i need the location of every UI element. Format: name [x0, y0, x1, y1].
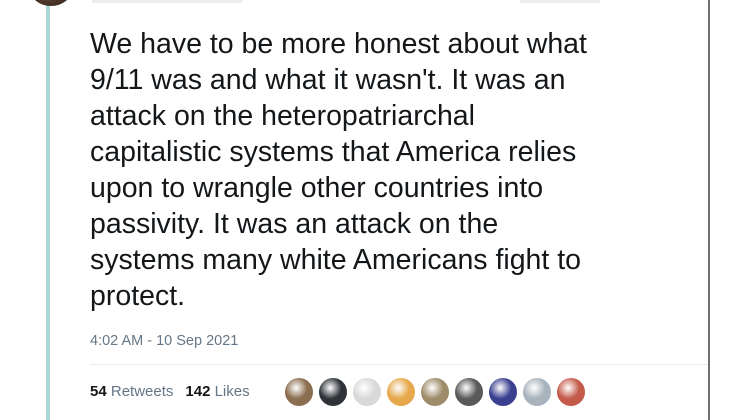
liker-avatar[interactable] [386, 377, 416, 407]
tweet-text-line: systems many white Americans fight to [90, 244, 582, 276]
engagement-stats: 54 Retweets 142 Likes [90, 383, 250, 400]
window-edge-divider [708, 0, 710, 420]
tweet-text-line: We have to be more honest about what [90, 28, 587, 60]
tweet-text-line: attack on the heteropatriarchal [90, 100, 475, 132]
liker-avatar[interactable] [352, 377, 382, 407]
retweets-label: Retweets [110, 383, 174, 400]
liker-avatar[interactable] [556, 377, 586, 407]
liker-avatar[interactable] [454, 377, 484, 407]
author-avatar[interactable] [30, 0, 72, 6]
tweet-text-line: passivity. It was an attack on the [90, 208, 499, 240]
stats-divider [90, 364, 708, 365]
liker-avatar[interactable] [318, 377, 348, 407]
tweet-timestamp[interactable]: 4:02 AM - 10 Sep 2021 [90, 333, 238, 349]
author-name-fragment [92, 0, 242, 3]
thread-connector-line [46, 0, 50, 420]
tweet-text-line: upon to wrangle other countries into [90, 172, 544, 204]
retweets-stat[interactable]: 54 Retweets [90, 383, 173, 400]
tweet-text-line: 9/11 was and what it wasn't. It was an [90, 64, 566, 96]
likes-count: 142 [185, 383, 211, 400]
liker-avatar[interactable] [420, 377, 450, 407]
tweet-text: We have to be more honest about what 9/1… [90, 26, 670, 314]
tweet-text-line: capitalistic systems that America relies [90, 136, 577, 168]
likes-label: Likes [214, 383, 250, 400]
follow-button-fragment[interactable] [520, 0, 600, 3]
liker-avatar[interactable] [488, 377, 518, 407]
retweets-count: 54 [90, 383, 107, 400]
liker-avatar[interactable] [522, 377, 552, 407]
liker-avatars [284, 377, 590, 407]
tweet-text-line: protect. [90, 280, 186, 312]
liker-avatar[interactable] [284, 377, 314, 407]
likes-stat[interactable]: 142 Likes [185, 383, 249, 400]
